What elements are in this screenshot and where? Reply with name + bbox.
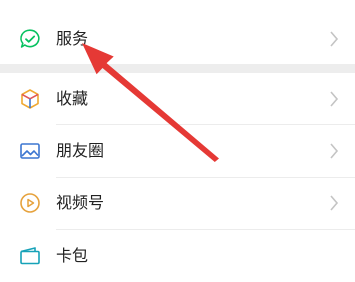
row-divider <box>56 229 355 230</box>
play-circle-icon <box>18 191 42 215</box>
chevron-right-icon <box>329 194 339 212</box>
section-separator <box>0 64 355 73</box>
chevron-right-icon <box>329 142 339 160</box>
row-divider <box>56 124 355 125</box>
menu-item-label: 视频号 <box>56 193 105 212</box>
menu-item-card-wallet[interactable]: 卡包 <box>0 231 355 281</box>
menu-item-favorites[interactable]: 收藏 <box>0 74 355 124</box>
chevron-right-icon <box>329 90 339 108</box>
menu-item-label: 收藏 <box>56 89 89 108</box>
wechat-me-menu: 服务 收藏 朋友圈 视频号 卡包 <box>0 0 355 282</box>
card-wallet-icon <box>18 244 42 268</box>
chevron-right-icon <box>329 30 339 48</box>
menu-item-channels[interactable]: 视频号 <box>0 178 355 228</box>
cube-icon <box>18 87 42 111</box>
menu-item-label: 服务 <box>56 29 89 48</box>
service-check-icon <box>18 27 42 51</box>
menu-item-label: 朋友圈 <box>56 141 105 160</box>
menu-item-service[interactable]: 服务 <box>0 14 355 64</box>
menu-item-label: 卡包 <box>56 246 89 265</box>
landscape-photo-icon <box>18 139 42 163</box>
menu-item-moments[interactable]: 朋友圈 <box>0 126 355 176</box>
